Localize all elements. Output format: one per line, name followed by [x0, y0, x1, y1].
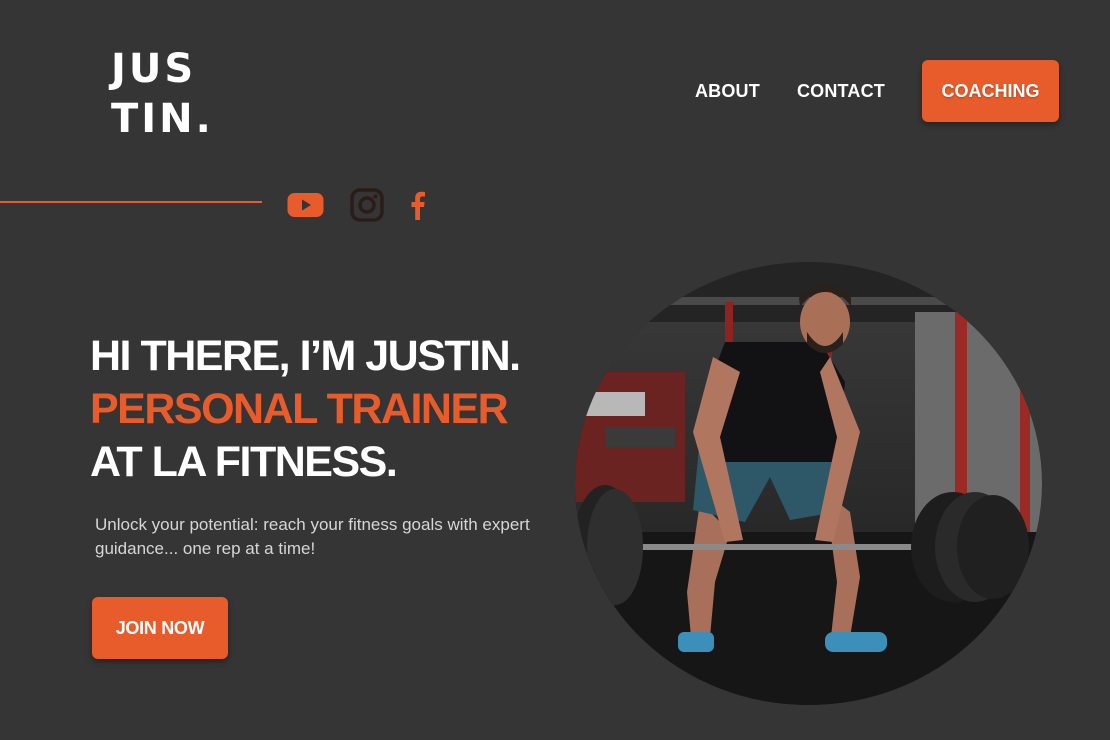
nav-about-link[interactable]: ABOUT	[695, 81, 760, 102]
hero-title-line-2: PERSONAL TRAINER	[90, 385, 509, 433]
main-nav: ABOUT CONTACT COACHING	[695, 60, 1059, 122]
logo-line-1: JUS	[111, 46, 197, 92]
youtube-icon[interactable]	[287, 191, 324, 224]
coaching-button[interactable]: COACHING	[922, 60, 1059, 122]
social-divider	[0, 201, 262, 203]
logo-line-2: TIN.	[111, 96, 214, 142]
hero-subtitle: Unlock your potential: reach your fitnes…	[95, 515, 530, 558]
instagram-icon[interactable]	[350, 188, 384, 227]
hero-title-line-3: AT LA FITNESS.	[90, 438, 398, 486]
facebook-icon[interactable]	[410, 189, 426, 226]
nav-contact-link[interactable]: CONTACT	[797, 81, 885, 102]
hero-title: HI THERE, I’M JUSTIN. PERSONAL TRAINER A…	[90, 330, 521, 489]
trainer-photo	[575, 262, 1042, 705]
hero-title-line-1: HI THERE, I’M JUSTIN.	[90, 332, 521, 380]
logo[interactable]: JUS TIN.	[111, 44, 214, 144]
join-now-button[interactable]: JOIN NOW	[92, 597, 228, 659]
social-links	[287, 188, 452, 227]
